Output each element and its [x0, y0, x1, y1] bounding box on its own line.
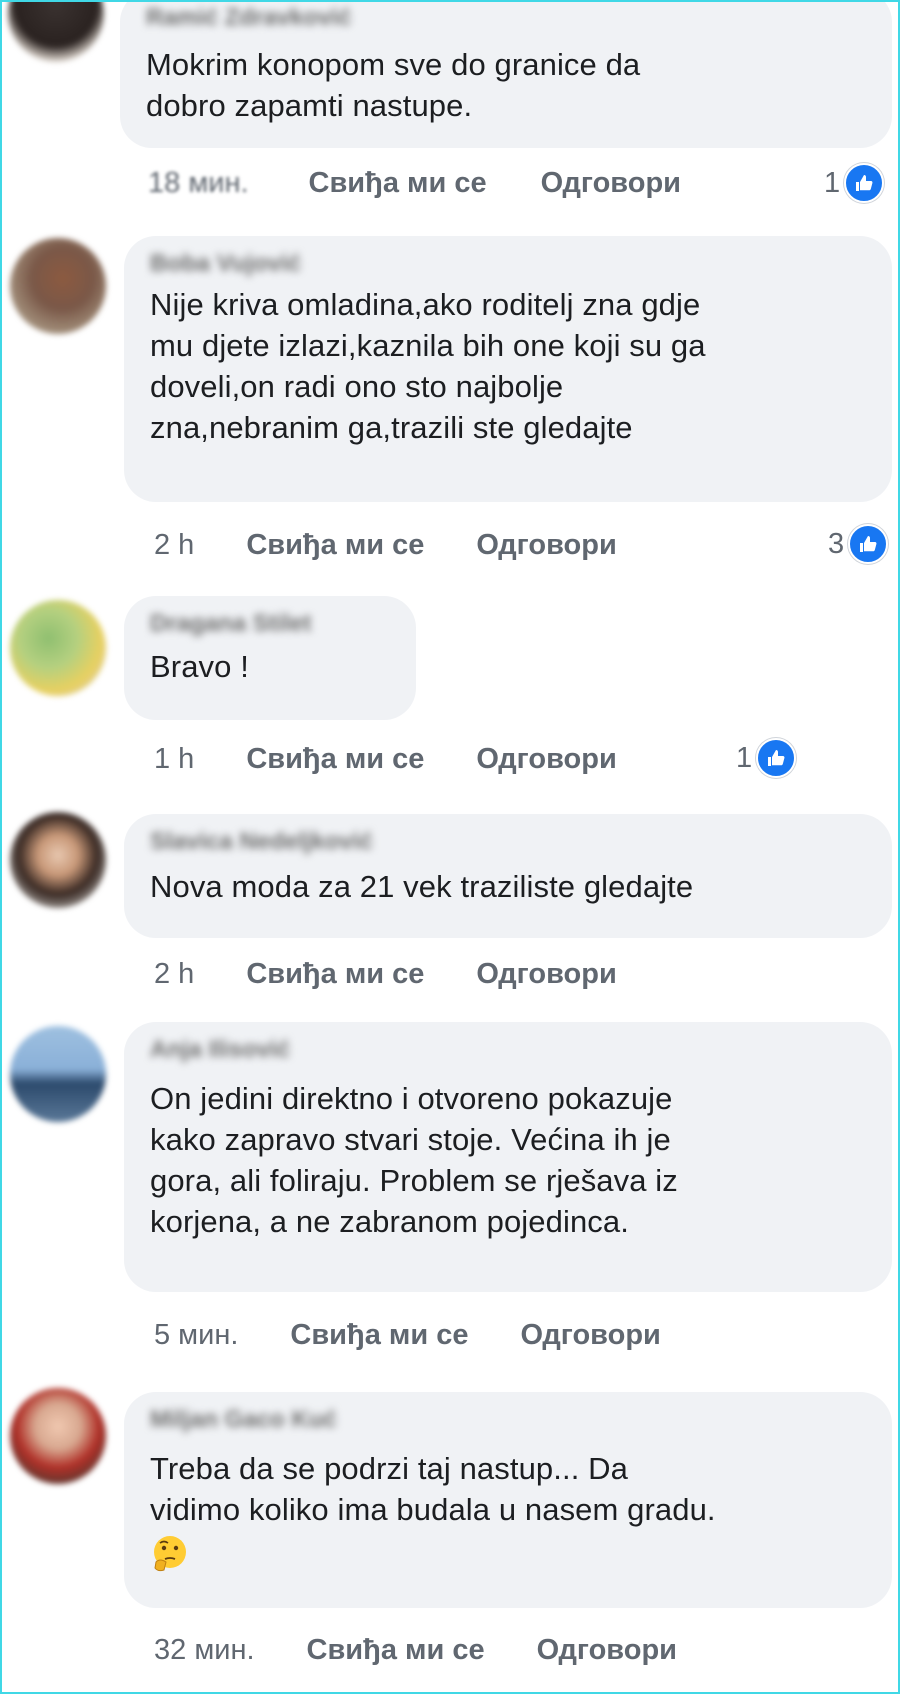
comment-actions: 5 мин. Свиђа ми се Одговори — [154, 1315, 661, 1355]
like-button[interactable]: Свиђа ми се — [246, 529, 424, 562]
reply-button[interactable]: Одговори — [476, 529, 616, 562]
thinking-face-emoji-icon — [154, 1536, 186, 1572]
comment-bubble: Slavica Nedeljković Nova moda za 21 vek … — [124, 814, 892, 938]
like-button[interactable]: Свиђа ми се — [307, 1634, 485, 1667]
like-count: 1 — [824, 166, 841, 199]
comment-time[interactable]: 32 мин. — [154, 1634, 255, 1667]
avatar[interactable] — [10, 600, 106, 696]
comment-time[interactable]: 1 h — [154, 743, 194, 776]
comment-time[interactable]: 2 h — [154, 958, 194, 991]
comment-bubble: Ramić Zdravković Mokrim konopom sve do g… — [120, 2, 892, 148]
comment-actions: 1 h Свиђа ми се Одговори — [154, 739, 617, 779]
avatar[interactable] — [10, 1388, 106, 1484]
avatar[interactable] — [10, 1026, 106, 1122]
comment-author[interactable]: Boba Vujović — [150, 250, 866, 278]
comment-actions: 18 мин. Свиђа ми се Одговори — [148, 163, 681, 203]
reply-button[interactable]: Одговори — [476, 743, 616, 776]
like-count: 3 — [828, 527, 845, 560]
reply-button[interactable]: Одговори — [537, 1634, 677, 1667]
comment-author[interactable]: Slavica Nedeljković — [150, 828, 866, 856]
comment-text: Mokrim konopom sve do granice da dobro z… — [146, 47, 641, 123]
avatar[interactable] — [10, 238, 106, 334]
comment-actions: 2 h Свиђа ми се Одговори — [154, 954, 617, 994]
avatar[interactable] — [8, 2, 104, 62]
comment-text: On jedini direktno i otvoreno pokazuje k… — [150, 1081, 678, 1239]
comment-bubble: Miljan Gaco Kuć Treba da se podrzi taj n… — [124, 1392, 892, 1608]
like-button[interactable]: Свиђа ми се — [246, 958, 424, 991]
comment-author[interactable]: Dragana Stilet — [150, 610, 390, 638]
comment-actions: 32 мин. Свиђа ми се Одговори — [154, 1630, 677, 1670]
thumbs-up-icon — [844, 163, 885, 203]
reaction-count[interactable]: 1 — [824, 163, 885, 203]
comment-actions: 2 h Свиђа ми се Одговори — [154, 525, 617, 565]
comments-panel: Ramić Zdravković Mokrim konopom sve do g… — [0, 0, 900, 1694]
comment-author[interactable]: Miljan Gaco Kuć — [150, 1406, 866, 1434]
comment-text: Bravo ! — [150, 649, 249, 684]
like-button[interactable]: Свиђа ми се — [290, 1319, 468, 1352]
like-count: 1 — [736, 741, 753, 774]
like-button[interactable]: Свиђа ми се — [246, 743, 424, 776]
comment-text: Nova moda za 21 vek traziliste gledajte — [150, 869, 694, 904]
reply-button[interactable]: Одговори — [476, 958, 616, 991]
comment-author[interactable]: Ramić Zdravković — [146, 4, 866, 32]
comment-text: Treba da se podrzi taj nastup... Da vidi… — [150, 1451, 716, 1527]
comment-author[interactable]: Anja Ilisović — [150, 1036, 866, 1064]
comment-time[interactable]: 2 h — [154, 529, 194, 562]
thumbs-up-icon — [848, 524, 889, 564]
comment-bubble: Dragana Stilet Bravo ! — [124, 596, 416, 720]
reaction-count[interactable]: 3 — [828, 524, 889, 564]
comment-time[interactable]: 5 мин. — [154, 1319, 238, 1352]
comment-text: Nije kriva omladina,ako roditelj zna gdj… — [150, 287, 706, 445]
reaction-count[interactable]: 1 — [736, 738, 797, 778]
comment-bubble: Anja Ilisović On jedini direktno i otvor… — [124, 1022, 892, 1292]
thumbs-up-icon — [756, 738, 797, 778]
like-button[interactable]: Свиђа ми се — [309, 167, 487, 200]
comment-bubble: Boba Vujović Nije kriva omladina,ako rod… — [124, 236, 892, 502]
reply-button[interactable]: Одговори — [541, 167, 681, 200]
avatar[interactable] — [10, 812, 106, 908]
reply-button[interactable]: Одговори — [521, 1319, 661, 1352]
comment-time[interactable]: 18 мин. — [148, 167, 249, 200]
